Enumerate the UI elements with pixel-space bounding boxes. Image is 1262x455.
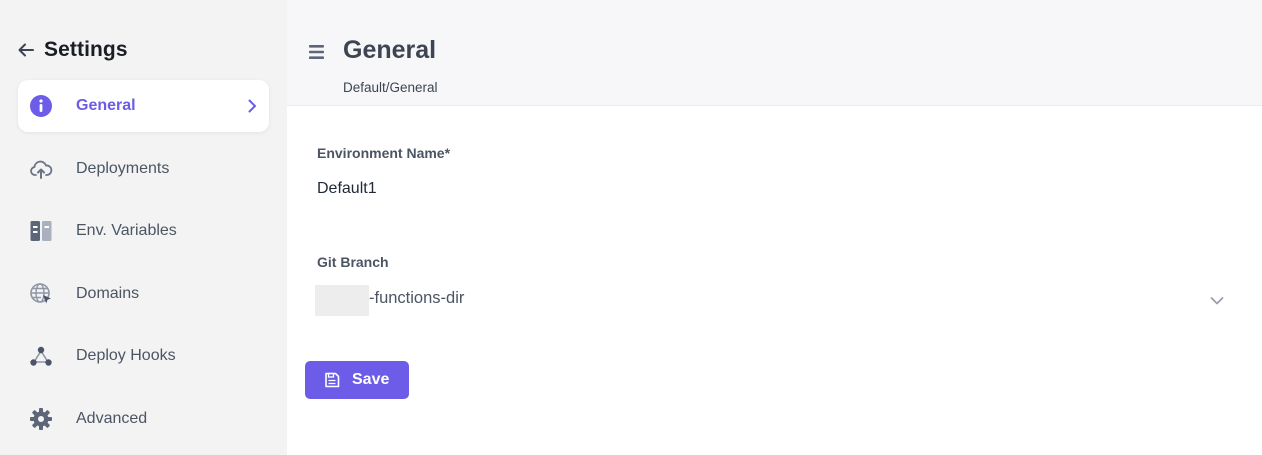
env-variables-icon	[28, 218, 54, 244]
chevron-down-icon	[1209, 293, 1225, 309]
sidebar-item-label: General	[76, 97, 136, 114]
sidebar-item-deploy-hooks[interactable]: Deploy Hooks	[18, 330, 269, 382]
sidebar-item-env-variables[interactable]: Env. Variables	[18, 205, 269, 257]
env-name-input[interactable]	[317, 180, 717, 198]
sidebar-item-label: Domains	[76, 284, 140, 302]
git-branch-label: Git Branch	[317, 254, 389, 270]
hamburger-icon	[309, 45, 324, 59]
cloud-upload-icon	[28, 156, 54, 182]
sidebar-item-deployments[interactable]: Deployments	[18, 143, 269, 195]
gear-icon	[28, 406, 54, 432]
chevron-right-icon	[245, 99, 259, 113]
globe-icon	[28, 281, 54, 307]
save-button-label: Save	[352, 371, 390, 388]
sidebar-item-label: Deploy Hooks	[76, 347, 176, 364]
save-icon	[324, 372, 340, 388]
page-header: General Default/General	[287, 0, 1262, 106]
settings-nav: General Deployments Env. Variables Domai…	[18, 80, 269, 455]
sidebar-item-advanced[interactable]: Advanced	[18, 393, 269, 445]
save-button[interactable]: Save	[305, 361, 409, 399]
redacted-branch-prefix	[315, 285, 369, 316]
sidebar-item-label: Deployments	[76, 159, 170, 177]
info-icon	[28, 93, 54, 119]
sidebar-item-label: Env. Variables	[76, 222, 177, 239]
sidebar-title: Settings	[44, 38, 128, 61]
sidebar-item-domains[interactable]: Domains	[18, 268, 269, 320]
back-button[interactable]	[16, 40, 36, 60]
arrow-left-icon	[18, 43, 34, 57]
git-branch-select[interactable]: -functions-dir	[315, 283, 1225, 316]
page-title: General	[343, 36, 437, 64]
webhook-icon	[28, 343, 54, 369]
sidebar-header: Settings	[16, 36, 128, 64]
sidebar-item-label: Advanced	[76, 409, 148, 427]
env-name-label: Environment Name*	[317, 145, 451, 161]
sidebar-item-general[interactable]: General	[18, 80, 269, 132]
settings-sidebar: Settings General Deployments Env. Variab…	[0, 0, 287, 455]
general-settings-form: Environment Name* Git Branch -functions-…	[287, 107, 1262, 455]
breadcrumb: Default/General	[343, 80, 438, 95]
menu-toggle-button[interactable]	[308, 43, 326, 61]
git-branch-value: -functions-dir	[369, 289, 465, 307]
